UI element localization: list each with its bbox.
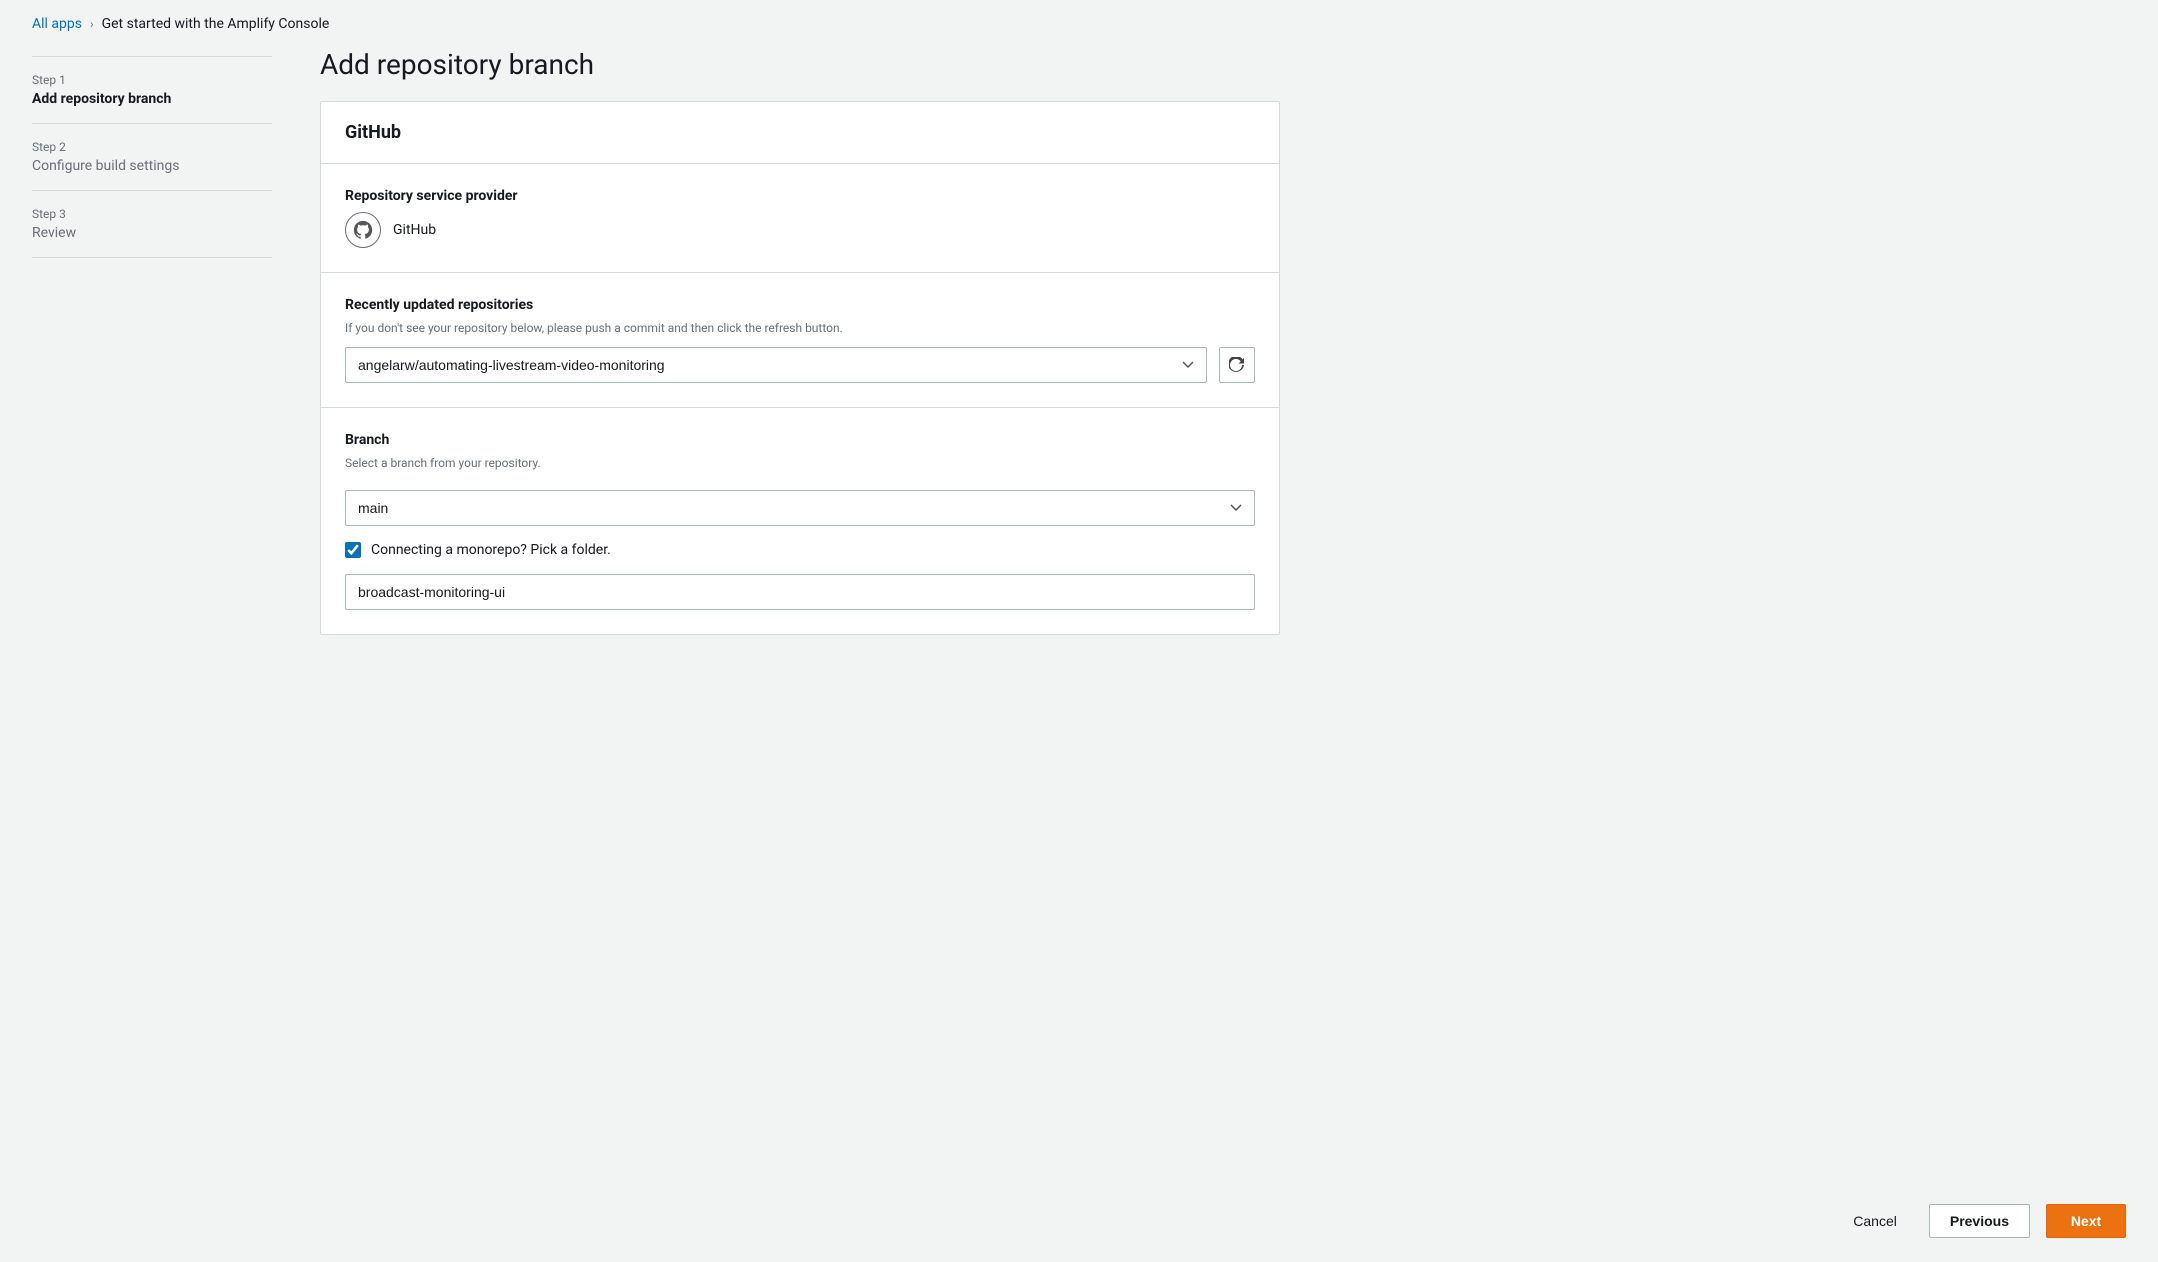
provider-name: GitHub — [393, 222, 436, 238]
page-title: Add repository branch — [320, 48, 1280, 81]
monorepo-label[interactable]: Connecting a monorepo? Pick a folder. — [371, 542, 611, 558]
step-1-title: Add repository branch — [32, 91, 272, 107]
step-2: Step 2 Configure build settings — [32, 124, 272, 191]
provider-section: Repository service provider GitHub — [321, 164, 1279, 273]
cancel-button[interactable]: Cancel — [1837, 1205, 1913, 1237]
step-3-number: Step 3 — [32, 207, 272, 221]
branch-select[interactable]: main — [345, 490, 1255, 526]
step-1: Step 1 Add repository branch — [32, 56, 272, 124]
refresh-icon — [1229, 357, 1245, 373]
breadcrumb-current: Get started with the Amplify Console — [102, 16, 330, 32]
breadcrumb-separator: › — [90, 17, 94, 31]
card-header-title: GitHub — [345, 122, 401, 143]
folder-input[interactable] — [345, 574, 1255, 610]
step-2-title: Configure build settings — [32, 158, 272, 174]
provider-display: GitHub — [345, 212, 1255, 248]
sidebar: Step 1 Add repository branch Step 2 Conf… — [32, 48, 272, 1148]
step-2-number: Step 2 — [32, 140, 272, 154]
repository-hint: If you don't see your repository below, … — [345, 321, 1255, 335]
step-1-number: Step 1 — [32, 73, 272, 87]
branch-hint: Select a branch from your repository. — [345, 456, 1255, 470]
provider-label: Repository service provider — [345, 188, 1255, 204]
step-3-title: Review — [32, 225, 272, 241]
repository-label: Recently updated repositories — [345, 297, 1255, 313]
content-area: Add repository branch GitHub Repository … — [320, 48, 1280, 1148]
monorepo-checkbox-row: Connecting a monorepo? Pick a folder. — [345, 542, 1255, 558]
page-wrapper: All apps › Get started with the Amplify … — [0, 0, 2158, 1262]
card-header: GitHub — [321, 102, 1279, 164]
repository-section: Recently updated repositories If you don… — [321, 273, 1279, 408]
branch-section: Branch Select a branch from your reposit… — [321, 408, 1279, 634]
refresh-button[interactable] — [1219, 347, 1255, 383]
github-icon — [345, 212, 381, 248]
next-button[interactable]: Next — [2046, 1204, 2126, 1238]
breadcrumb-all-apps-link[interactable]: All apps — [32, 16, 82, 32]
main-card: GitHub Repository service provider GitHu… — [320, 101, 1280, 635]
main-layout: Step 1 Add repository branch Step 2 Conf… — [0, 48, 2158, 1180]
breadcrumb: All apps › Get started with the Amplify … — [0, 0, 2158, 48]
monorepo-checkbox[interactable] — [345, 542, 361, 558]
step-3: Step 3 Review — [32, 191, 272, 258]
repository-select[interactable]: angelarw/automating-livestream-video-mon… — [345, 347, 1207, 383]
previous-button[interactable]: Previous — [1929, 1204, 2030, 1238]
github-svg — [352, 219, 374, 241]
repository-select-row: angelarw/automating-livestream-video-mon… — [345, 347, 1255, 383]
branch-label: Branch — [345, 432, 1255, 448]
footer-bar: Cancel Previous Next — [0, 1180, 2158, 1262]
